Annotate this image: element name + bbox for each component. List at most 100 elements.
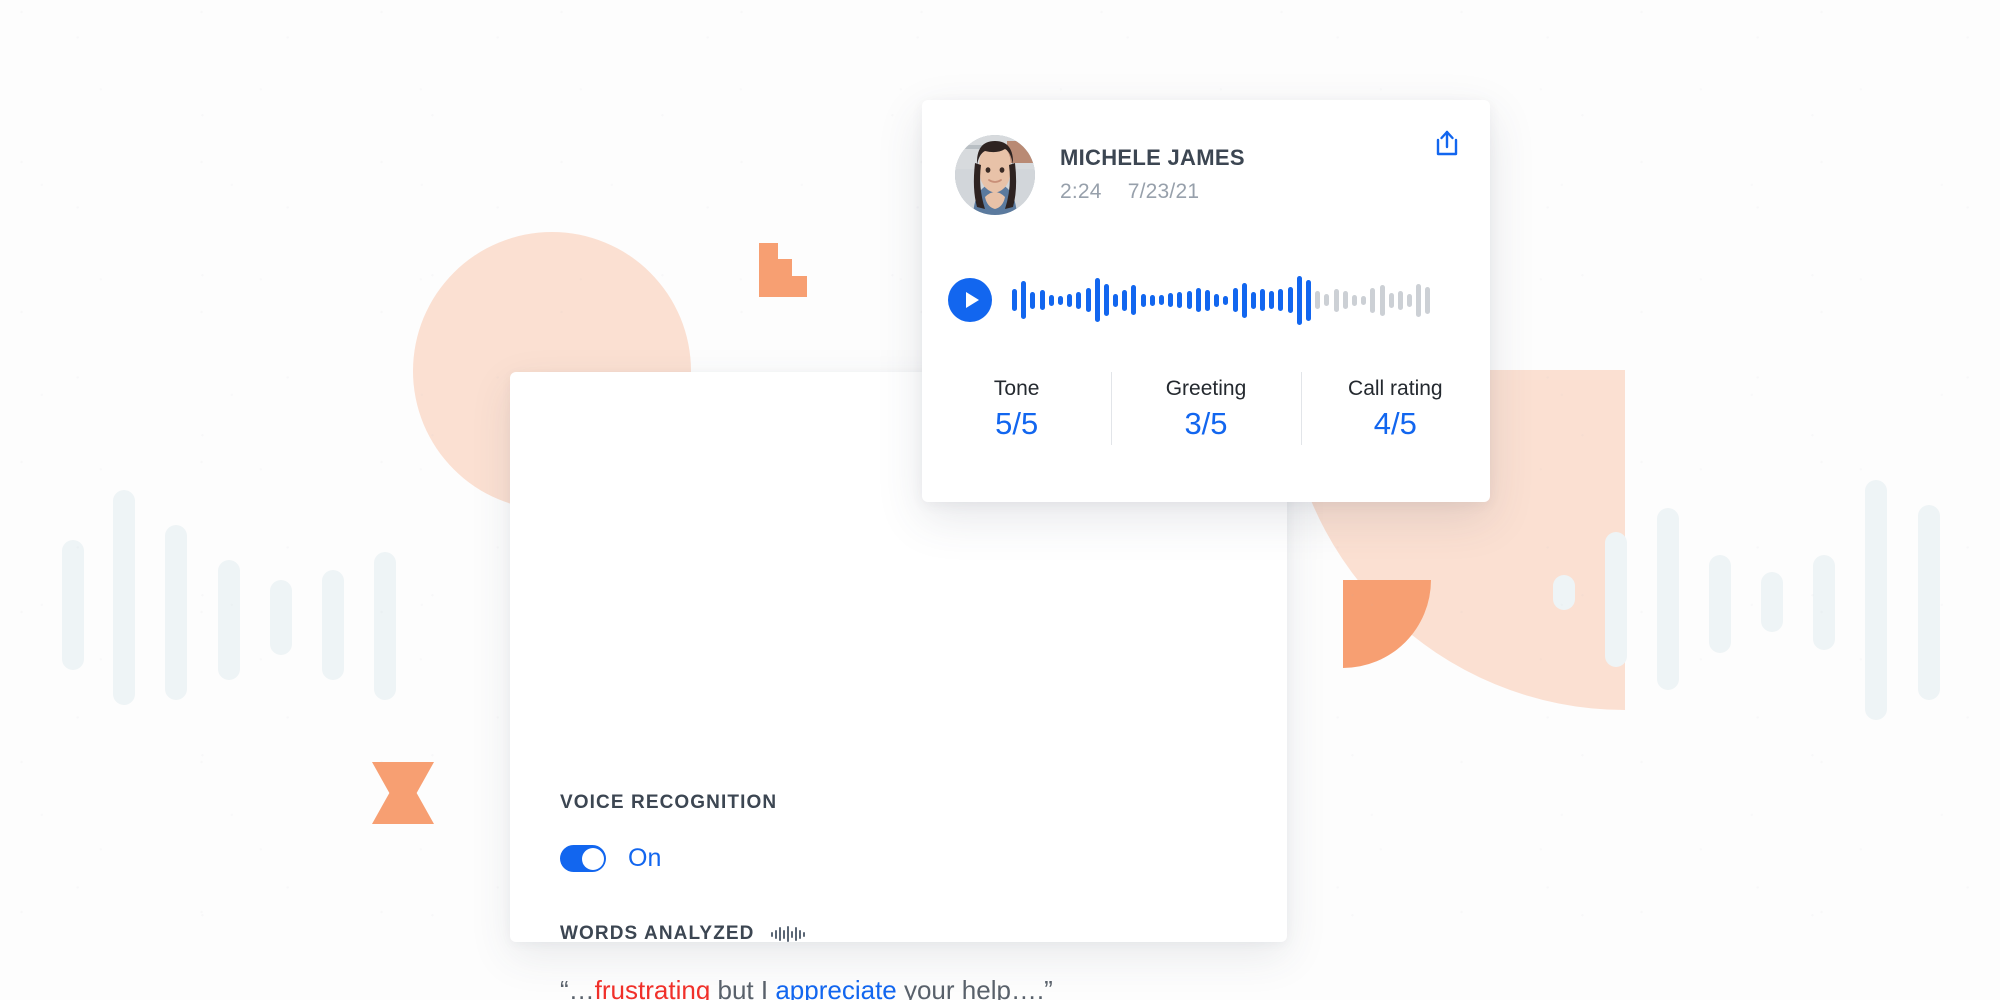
score-label: Tone [993,377,1040,400]
share-button[interactable] [1430,126,1464,160]
wave-bar-played [1223,295,1229,305]
wave-bar-played [1214,293,1220,307]
wave-bar-played [1287,287,1293,313]
wave-bar-played [1269,291,1275,309]
wave-bar-played [1085,288,1091,312]
screenshot-root: VOICE RECOGNITION On WORDS ANALYZED “…fr… [0,0,2000,1000]
wave-tick [774,929,777,939]
wave-bar-played [1168,293,1174,307]
negative-word: frustrating [594,975,711,1000]
avatar [955,135,1035,215]
score-cell: Tone 5/5 [922,370,1111,447]
wave-bar-played [1030,291,1036,309]
wave-bar-played [1278,289,1284,311]
call-date: 7/23/21 [1127,179,1200,203]
wave-tick [798,929,801,939]
voice-recognition-toggle[interactable] [560,845,606,872]
wave-bar-played [1204,289,1210,311]
quote-text: but I [710,975,776,1000]
wave-bar-played [1232,288,1238,312]
wave-bar-played [1122,289,1128,311]
score-cell: Call rating 4/5 [1300,370,1490,447]
call-summary-card: MICHELE JAMES 2:24 7/23/21 Tone 5/5 Greeti… [922,100,1490,502]
background-wave-bar [1605,532,1627,667]
wave-bar-played [1149,294,1155,306]
play-button[interactable] [948,278,992,322]
wave-bar-played [1012,289,1017,311]
wave-tick [802,931,805,937]
score-label: Greeting [1165,377,1247,400]
wave-tick [778,927,781,941]
background-wave-bar [1657,508,1679,690]
wave-bar-played [1103,284,1109,316]
wave-bar-played [1113,293,1119,307]
audio-waveform[interactable] [1012,268,1435,332]
toggle-state-label: On [628,844,662,872]
score-value: 5/5 [995,406,1039,442]
waveform-icon [770,925,807,943]
voice-recognition-heading: VOICE RECOGNITION [560,792,778,813]
analyzed-quotes-list: “…frustrating but I appreciate your help… [560,970,1260,1000]
call-duration: 2:24 [1060,179,1102,203]
background-wave-bar [1761,572,1783,632]
wave-bar-remaining [1315,291,1321,309]
wave-bar-remaining [1351,294,1357,306]
wave-tick [782,929,785,939]
score-label: Call rating [1348,377,1443,400]
words-analyzed-label: WORDS ANALYZED [560,923,755,944]
orange-bowtie-shape [372,762,434,824]
wave-bar-played [1186,291,1192,309]
quote-text: your help….” [896,975,1053,1000]
wave-bar-remaining [1333,288,1339,312]
caller-header: MICHELE JAMES 2:24 7/23/21 [955,135,1460,215]
words-analyzed-heading: WORDS ANALYZED [560,923,807,945]
caller-name: MICHELE JAMES [1060,145,1245,171]
background-wave-bar [218,560,240,680]
wave-bar-played [1076,291,1082,309]
wave-bar-played [1057,295,1063,305]
score-value: 3/5 [1184,406,1228,442]
wave-bar-remaining [1397,290,1403,310]
wave-bar-played [1140,293,1146,307]
wave-bar-played [1048,294,1054,306]
wave-bar-remaining [1342,291,1348,309]
wave-bar-played [1177,292,1183,308]
wave-bar-remaining [1379,284,1385,316]
wave-bar-played [1021,281,1027,319]
wave-bar-played [1131,285,1137,315]
background-wave-bar [374,552,396,700]
quote-text: “… [560,975,595,1000]
orange-staircase-shape [759,243,807,297]
wave-bar-played [1260,289,1266,311]
background-wave-bar [270,580,292,655]
wave-tick [794,927,797,941]
background-wave-bar [113,490,135,705]
background-wave-bar [1709,555,1731,653]
wave-bar-played [1306,279,1311,321]
wave-tick [770,931,773,937]
background-wave-bar [322,570,344,680]
wave-bar-played [1241,282,1247,318]
call-scores: Tone 5/5 Greeting 3/5 Call rating 4/5 [922,370,1490,447]
wave-bar-played [1159,295,1164,305]
wave-bar-remaining [1407,293,1413,307]
background-wave-bar [62,540,84,670]
wave-tick [790,930,793,938]
background-wave-bar [1553,575,1575,610]
wave-tick [786,926,789,942]
share-icon [1436,130,1458,156]
score-cell: Greeting 3/5 [1111,370,1300,447]
wave-bar-remaining [1361,295,1367,305]
wave-bar-played [1250,291,1256,309]
wave-bar-remaining [1425,286,1431,314]
background-wave-bar [1865,480,1887,720]
caller-details: MICHELE JAMES 2:24 7/23/21 [1060,146,1245,203]
score-value: 4/5 [1373,406,1417,442]
audio-player [948,268,1435,332]
wave-bar-played [1039,290,1045,310]
background-wave-bar [1918,505,1940,700]
call-meta: 2:24 7/23/21 [1060,180,1245,204]
wave-bar-played [1195,288,1201,312]
voice-recognition-toggle-row: On [560,844,661,873]
play-icon [965,292,979,308]
